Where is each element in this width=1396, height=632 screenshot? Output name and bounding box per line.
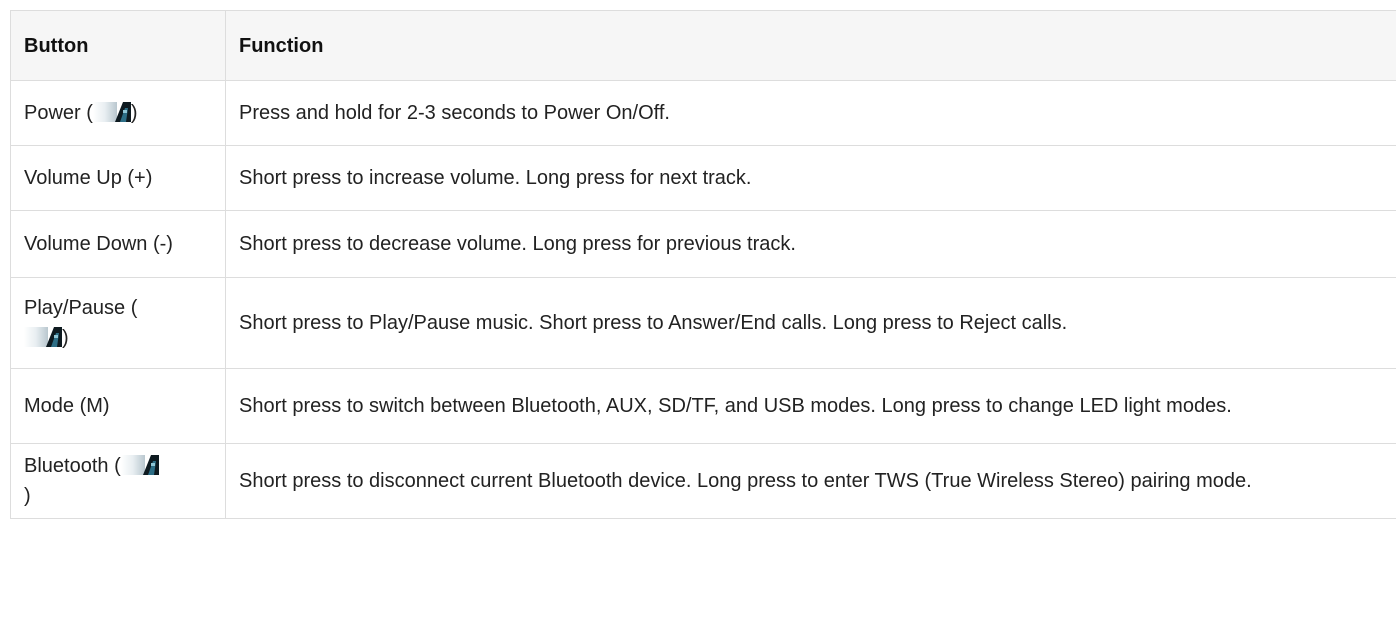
table-row: Power () Press and hold for 2-3 seconds … — [10, 80, 1396, 146]
button-label: Play/Pause ( — [24, 297, 138, 319]
table-row: Volume Up (+) Short press to increase vo… — [10, 145, 1396, 211]
button-label-suffix: ) — [62, 327, 69, 349]
button-label: Power ( — [24, 102, 93, 124]
header-function: Function — [225, 10, 1396, 81]
function-cell: Short press to Play/Pause music. Short p… — [225, 277, 1396, 369]
button-label: Bluetooth ( — [24, 455, 121, 477]
function-cell: Short press to increase volume. Long pre… — [225, 145, 1396, 211]
button-label-suffix: ) — [130, 102, 138, 124]
table-header-row: Button Function — [10, 10, 1396, 81]
table-row: Mode (M) Short press to switch between B… — [10, 368, 1396, 444]
table-row: Volume Down (-) Short press to decrease … — [10, 210, 1396, 278]
button-cell: Power () — [10, 80, 226, 146]
function-cell: Press and hold for 2-3 seconds to Power … — [225, 80, 1396, 146]
button-functions-table: Button Function Power () Press and hold … — [10, 10, 1396, 519]
power-icon — [92, 102, 131, 122]
table-row: Bluetooth () Short press to disconnect c… — [10, 443, 1396, 519]
header-button: Button — [10, 10, 226, 81]
button-functions-table-container: Button Function Power () Press and hold … — [10, 10, 1396, 519]
button-cell: Volume Up (+) — [10, 145, 226, 211]
button-cell: Bluetooth () — [10, 443, 226, 519]
play-pause-icon — [24, 327, 62, 347]
table-row: Play/Pause () Short press to Play/Pause … — [10, 277, 1396, 369]
function-cell: Short press to disconnect current Blueto… — [225, 443, 1396, 519]
bluetooth-icon — [120, 455, 159, 475]
button-label-suffix: ) — [24, 485, 31, 507]
button-cell: Play/Pause () — [10, 277, 226, 369]
function-cell: Short press to decrease volume. Long pre… — [225, 210, 1396, 278]
button-cell: Volume Down (-) — [10, 210, 226, 278]
function-cell: Short press to switch between Bluetooth,… — [225, 368, 1396, 444]
button-cell: Mode (M) — [10, 368, 226, 444]
